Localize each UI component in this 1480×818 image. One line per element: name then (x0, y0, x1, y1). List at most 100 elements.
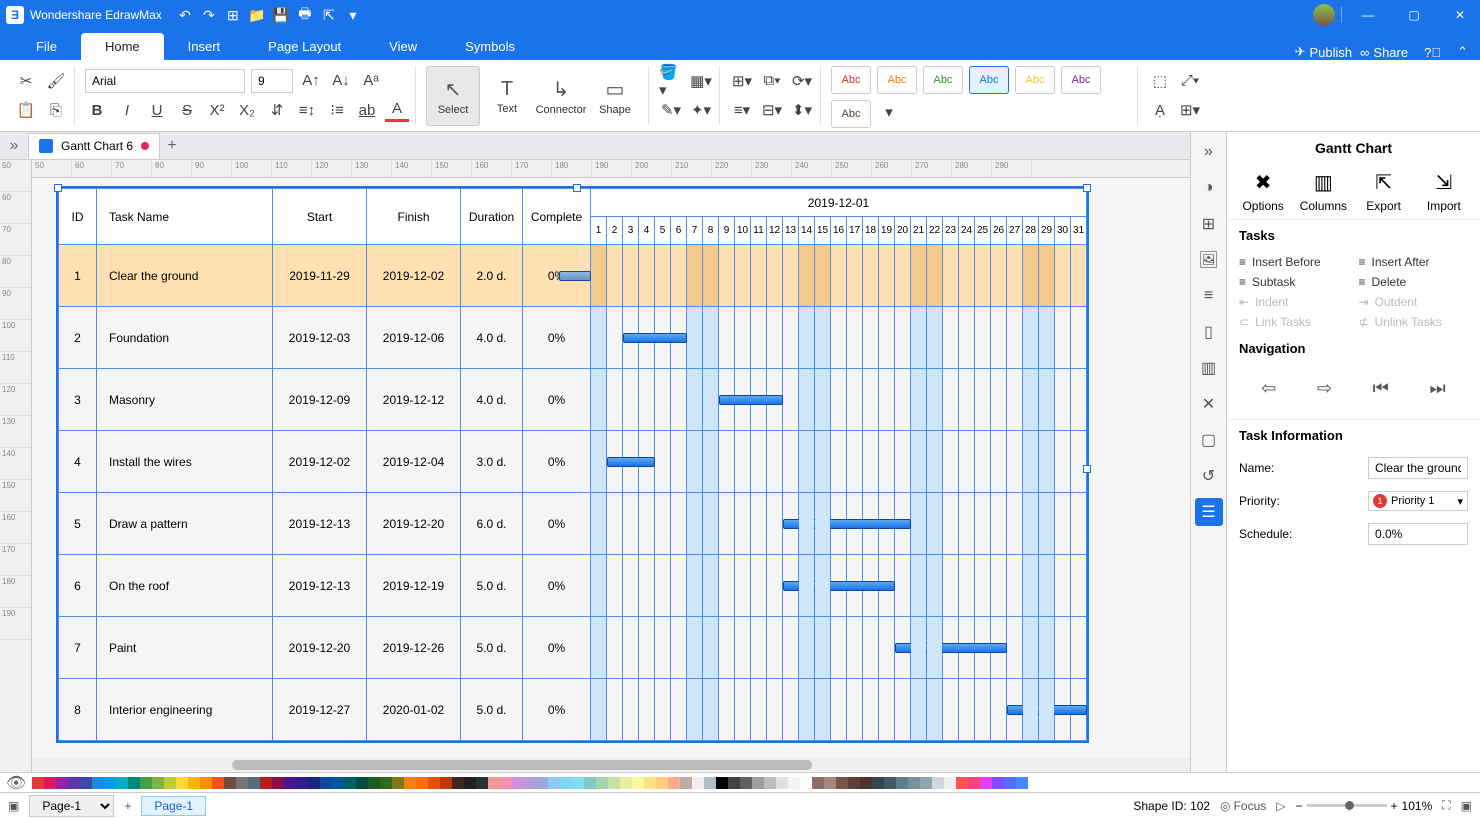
rotate-icon[interactable]: ⟳▾ (790, 69, 814, 93)
font-family-select[interactable] (85, 69, 245, 93)
color-swatch[interactable] (692, 777, 704, 789)
page-tab[interactable]: Page-1 (141, 796, 206, 816)
style-swatch[interactable]: Abc (877, 66, 917, 94)
color-swatch[interactable] (212, 777, 224, 789)
size-icon[interactable]: ⬍▾ (790, 98, 814, 122)
color-swatch[interactable] (812, 777, 824, 789)
subscript-icon[interactable]: X₂ (235, 98, 259, 122)
color-swatch[interactable] (620, 777, 632, 789)
color-swatch[interactable] (536, 777, 548, 789)
color-swatch[interactable] (428, 777, 440, 789)
color-swatch[interactable] (128, 777, 140, 789)
fullscreen-icon[interactable]: ▣ (1461, 799, 1472, 813)
color-swatch[interactable] (752, 777, 764, 789)
color-swatch[interactable] (80, 777, 92, 789)
export-button[interactable]: ⇱Export (1357, 170, 1411, 213)
style-swatch[interactable]: Abc (1061, 66, 1101, 94)
open-icon[interactable]: 📁 (246, 4, 268, 26)
tab-view[interactable]: View (365, 33, 441, 60)
selection-handle[interactable] (1083, 184, 1091, 192)
style-swatch[interactable]: Abc (831, 66, 871, 94)
paste-icon[interactable]: 📋 (14, 98, 38, 122)
superscript-icon[interactable]: X² (205, 98, 229, 122)
line-spacing-icon[interactable]: ≡↕ (295, 98, 319, 122)
strikethrough-icon[interactable]: S (175, 98, 199, 122)
color-swatch[interactable] (284, 777, 296, 789)
format-painter-icon[interactable]: 🖌 (44, 69, 68, 93)
priority-select[interactable]: 1Priority 1▾ (1368, 491, 1468, 511)
color-swatch[interactable] (896, 777, 908, 789)
focus-button[interactable]: ◎ Focus (1220, 799, 1266, 813)
qat-more-icon[interactable]: ▾ (342, 4, 364, 26)
color-swatch[interactable] (200, 777, 212, 789)
tab-insert[interactable]: Insert (164, 33, 245, 60)
horizontal-scrollbar[interactable] (32, 758, 1190, 772)
bullets-icon[interactable]: ⁝≡ (325, 98, 349, 122)
line-style-icon[interactable]: ✎▾ (659, 98, 683, 122)
color-swatch[interactable] (152, 777, 164, 789)
color-swatch[interactable] (320, 777, 332, 789)
import-button[interactable]: ⇲Import (1417, 170, 1471, 213)
color-swatch[interactable] (764, 777, 776, 789)
color-swatch[interactable] (908, 777, 920, 789)
color-swatch[interactable] (512, 777, 524, 789)
color-swatch[interactable] (356, 777, 368, 789)
color-swatch[interactable] (668, 777, 680, 789)
color-swatch[interactable] (32, 777, 44, 789)
effects-icon[interactable]: ✦▾ (689, 98, 713, 122)
tab-page-layout[interactable]: Page Layout (244, 33, 365, 60)
tab-symbols[interactable]: Symbols (441, 33, 539, 60)
color-swatch[interactable] (740, 777, 752, 789)
color-swatch[interactable] (848, 777, 860, 789)
new-document-icon[interactable]: + (160, 137, 184, 155)
connector-tool[interactable]: ↳Connector (534, 66, 588, 126)
rail-theme-icon[interactable]: ◑ (1195, 174, 1223, 202)
color-swatch[interactable] (236, 777, 248, 789)
task-action-subtask[interactable]: ≡Subtask (1239, 275, 1349, 289)
color-swatch[interactable] (944, 777, 956, 789)
color-swatch[interactable] (68, 777, 80, 789)
nav-prev-icon[interactable]: ⇦ (1261, 378, 1276, 399)
save-icon[interactable]: 💾 (270, 4, 292, 26)
style-swatch[interactable]: Abc (1015, 66, 1055, 94)
rail-image-icon[interactable]: 🖼 (1195, 246, 1223, 274)
publish-button[interactable]: ✈ Publish (1295, 44, 1353, 60)
color-swatch[interactable] (860, 777, 872, 789)
color-swatch[interactable] (404, 777, 416, 789)
font-color-icon[interactable]: A (385, 98, 409, 122)
zoom-control[interactable]: − + 101% (1296, 799, 1433, 813)
color-swatch[interactable] (92, 777, 104, 789)
text-orientation-icon[interactable]: ⇵ (265, 98, 289, 122)
rail-shuffle-icon[interactable]: ✕ (1195, 390, 1223, 418)
print-icon[interactable]: 🖶 (294, 4, 316, 26)
color-swatch[interactable] (992, 777, 1004, 789)
name-input[interactable] (1368, 457, 1468, 479)
document-tab[interactable]: Gantt Chart 6 (28, 133, 160, 159)
align-icon[interactable]: ⊞▾ (730, 69, 754, 93)
group-icon[interactable]: ⧉▾ (760, 69, 784, 93)
decrease-font-icon[interactable]: A↓ (329, 69, 353, 93)
distribute-icon[interactable]: ⊟▾ (760, 98, 784, 122)
increase-font-icon[interactable]: A↑ (299, 69, 323, 93)
collapse-ribbon-icon[interactable]: ⌃ (1457, 44, 1468, 60)
color-swatch[interactable] (476, 777, 488, 789)
color-swatch[interactable] (584, 777, 596, 789)
shape-tool[interactable]: ▭Shape (588, 66, 642, 126)
maximize-icon[interactable]: ▢ (1394, 0, 1434, 30)
rail-layers-icon[interactable]: ≡ (1195, 282, 1223, 310)
color-swatch[interactable] (116, 777, 128, 789)
fill-bucket-icon[interactable]: 🪣▾ (659, 69, 683, 93)
color-swatch[interactable] (44, 777, 56, 789)
task-action-insert-before[interactable]: ≡Insert Before (1239, 255, 1349, 269)
gantt-bar[interactable] (559, 271, 591, 281)
eyedropper-icon[interactable]: 👁 (6, 773, 26, 793)
color-swatch[interactable] (308, 777, 320, 789)
text-tool[interactable]: TText (480, 66, 534, 126)
schedule-input[interactable] (1368, 523, 1468, 545)
color-swatch[interactable] (932, 777, 944, 789)
close-icon[interactable]: ✕ (1440, 0, 1480, 30)
help-icon[interactable]: ?⃝ (1424, 45, 1441, 60)
zoom-out-icon[interactable]: − (1296, 799, 1303, 813)
cut-icon[interactable]: ✂ (14, 69, 38, 93)
color-swatch[interactable] (1016, 777, 1028, 789)
